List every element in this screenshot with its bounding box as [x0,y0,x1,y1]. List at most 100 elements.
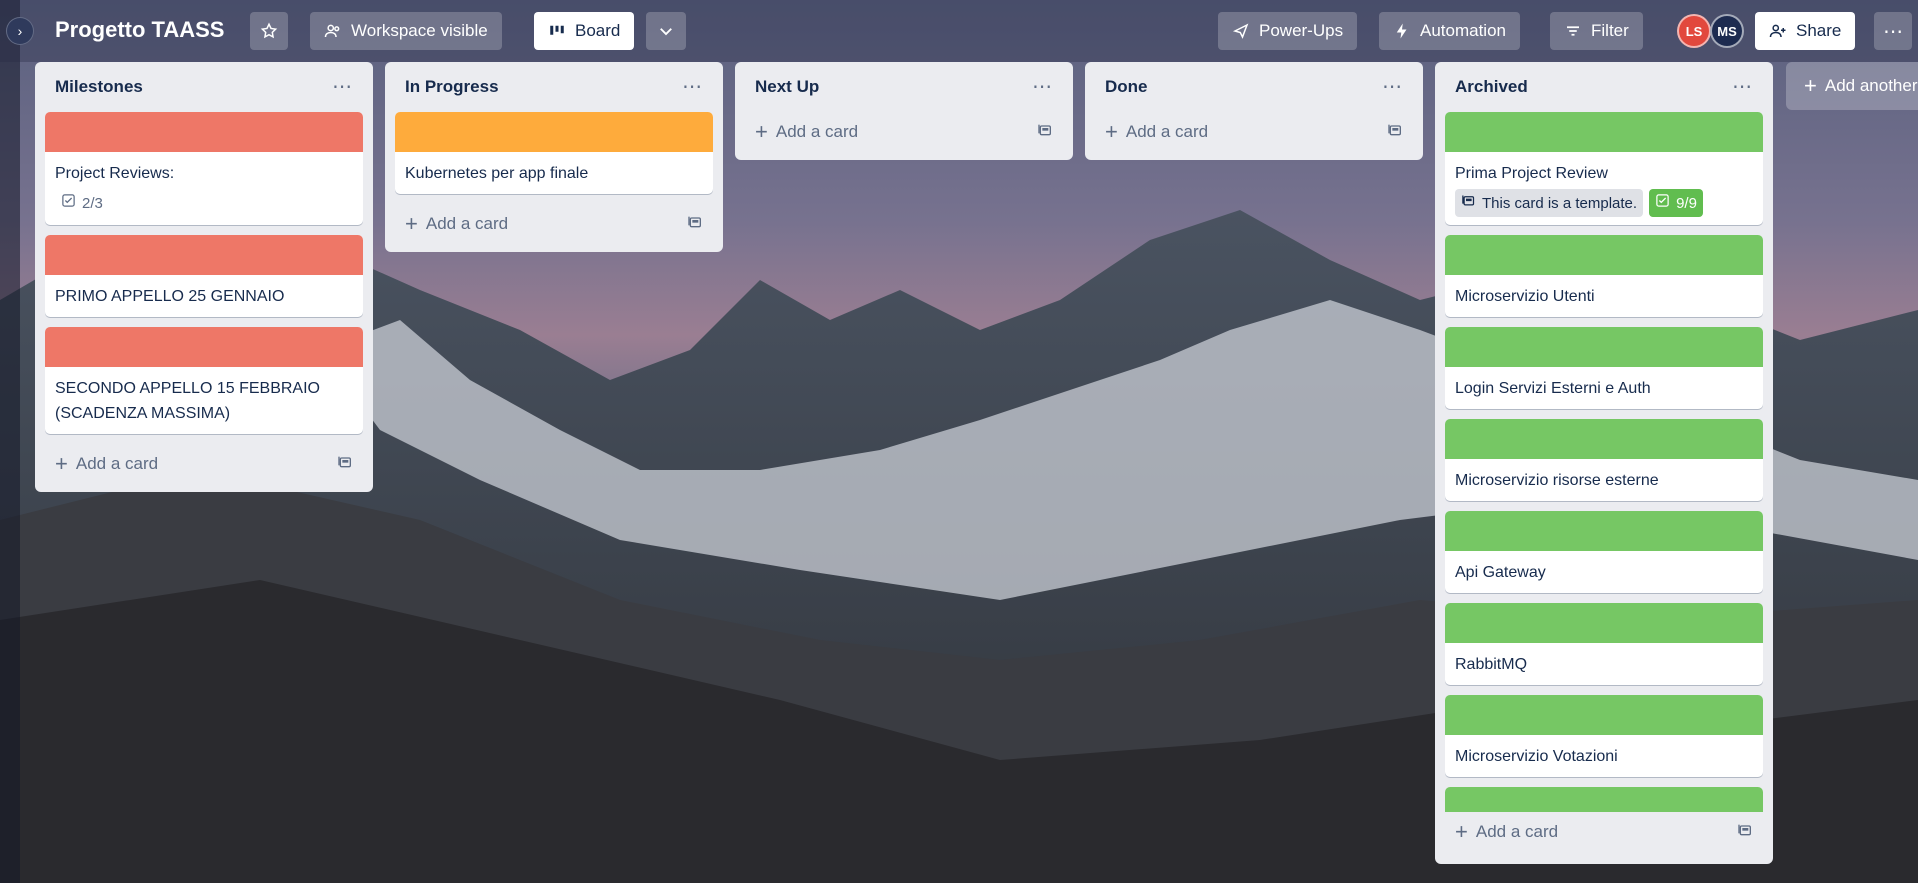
list-title[interactable]: Archived [1455,77,1528,97]
card-title: PRIMO APPELLO 25 GENNAIO [55,288,285,305]
card-cover [1445,787,1763,812]
add-card-label: Add a card [1475,822,1559,841]
list-archived: Archived ⋯ Prima Project Review This car… [1435,62,1773,864]
star-icon [260,22,278,40]
list-title[interactable]: Next Up [755,77,819,97]
board-view-button[interactable]: Board [534,12,635,50]
add-card-label: Add a card [425,214,509,233]
more-icon: ⋯ [1883,20,1903,43]
list-header[interactable]: Done ⋯ [1095,62,1413,112]
filter-button[interactable]: Filter [1550,12,1643,50]
list-menu-icon[interactable]: ⋯ [1732,77,1753,97]
chevron-down-icon [657,22,675,40]
avatar-initials: MS [1717,23,1737,39]
card[interactable] [1445,787,1763,812]
card[interactable]: Microservizio Utenti [1445,235,1763,317]
create-from-template-icon[interactable] [1737,822,1753,843]
automation-button[interactable]: Automation [1379,12,1520,50]
card[interactable]: Project Reviews: 2/3 [45,112,363,225]
board-view-icon [548,22,566,40]
filter-label: Filter [1591,21,1629,40]
list-header[interactable]: Next Up ⋯ [745,62,1063,112]
card[interactable]: Microservizio Votazioni [1445,695,1763,777]
list-menu-icon[interactable]: ⋯ [1382,77,1403,97]
board-title[interactable]: Progetto TAASS [55,17,224,43]
card-title: Api Gateway [1455,564,1546,581]
card[interactable]: Microservizio risorse esterne [1445,419,1763,501]
share-button[interactable]: Share [1755,12,1856,50]
list-menu-icon[interactable]: ⋯ [682,77,703,97]
card-cover [1445,112,1763,152]
add-list-button[interactable]: + Add another list [1786,62,1918,110]
card-title: Microservizio Votazioni [1455,748,1618,765]
card-title: SECONDO APPELLO 15 FEBBRAIO (SCADENZA MA… [55,380,320,422]
card-cover [1445,419,1763,459]
card-title: Kubernetes per app finale [405,165,589,182]
expand-sidebar-button[interactable]: › [6,17,34,45]
card[interactable]: SECONDO APPELLO 15 FEBBRAIO (SCADENZA MA… [45,327,363,434]
list-done: Done ⋯ + Add a card [1085,62,1423,160]
checklist-count: 9/9 [1676,194,1697,212]
star-board-button[interactable] [250,12,288,50]
card[interactable]: RabbitMQ [1445,603,1763,685]
card-title: Login Servizi Esterni e Auth [1455,380,1651,397]
card-cover [45,327,363,367]
add-card-button[interactable]: + Add a card [745,112,1063,152]
card[interactable]: PRIMO APPELLO 25 GENNAIO [45,235,363,317]
card-cover [1445,511,1763,551]
create-from-template-icon[interactable] [1037,122,1053,143]
card[interactable]: Prima Project Review This card is a temp… [1445,112,1763,225]
share-label: Share [1796,21,1842,40]
list-cards-scroll[interactable]: Prima Project Review This card is a temp… [1445,112,1763,812]
list-in-progress: In Progress ⋯ Kubernetes per app finale … [385,62,723,252]
list-header[interactable]: In Progress ⋯ [395,62,713,112]
workspace-visibility-button[interactable]: Workspace visible [310,12,502,50]
card[interactable]: Kubernetes per app finale [395,112,713,194]
plus-icon: + [1105,119,1118,144]
add-card-label: Add a card [1125,122,1209,141]
create-from-template-icon[interactable] [1387,122,1403,143]
add-card-button[interactable]: + Add a card [395,204,713,244]
lightning-icon [1393,22,1411,40]
add-list-label: Add another list [1824,76,1918,95]
card-title: Microservizio risorse esterne [1455,472,1659,489]
plus-icon: + [55,451,68,476]
card-title: Prima Project Review [1455,165,1608,182]
card-cover [45,235,363,275]
member-avatar[interactable]: LS [1677,14,1711,48]
template-badge-label: This card is a template. [1482,194,1638,212]
automation-label: Automation [1420,21,1506,40]
add-card-button[interactable]: + Add a card [1445,812,1763,852]
list-header[interactable]: Archived ⋯ [1445,62,1763,112]
card[interactable]: Login Servizi Esterni e Auth [1445,327,1763,409]
board-header: Progetto TAASS Workspace visible Board P… [0,0,1918,62]
member-avatar[interactable]: MS [1710,14,1744,48]
list-title[interactable]: In Progress [405,77,499,97]
create-from-template-icon[interactable] [337,454,353,475]
checklist-badge: 2/3 [55,189,109,217]
list-menu-icon[interactable]: ⋯ [1032,77,1053,97]
list-menu-icon[interactable]: ⋯ [332,77,353,97]
people-icon [324,22,342,40]
workspace-visibility-label: Workspace visible [351,21,488,40]
powerups-label: Power-Ups [1259,21,1344,40]
list-header[interactable]: Milestones ⋯ [45,62,363,112]
avatar-initials: LS [1685,23,1703,39]
view-switcher-dropdown[interactable] [646,12,686,50]
checklist-icon [1655,191,1670,216]
template-badge: This card is a template. [1455,189,1644,217]
list-title[interactable]: Milestones [55,77,143,97]
card-cover [45,112,363,152]
list-title[interactable]: Done [1105,77,1148,97]
board-view-label: Board [575,21,621,40]
card-cover [1445,235,1763,275]
board-menu-button[interactable]: ⋯ [1874,12,1912,50]
plus-icon: + [755,119,768,144]
card-cover [1445,695,1763,735]
add-card-button[interactable]: + Add a card [1095,112,1413,152]
card[interactable]: Api Gateway [1445,511,1763,593]
powerups-button[interactable]: Power-Ups [1218,12,1358,50]
add-card-button[interactable]: + Add a card [45,444,363,484]
template-icon [1461,191,1476,216]
create-from-template-icon[interactable] [687,214,703,235]
